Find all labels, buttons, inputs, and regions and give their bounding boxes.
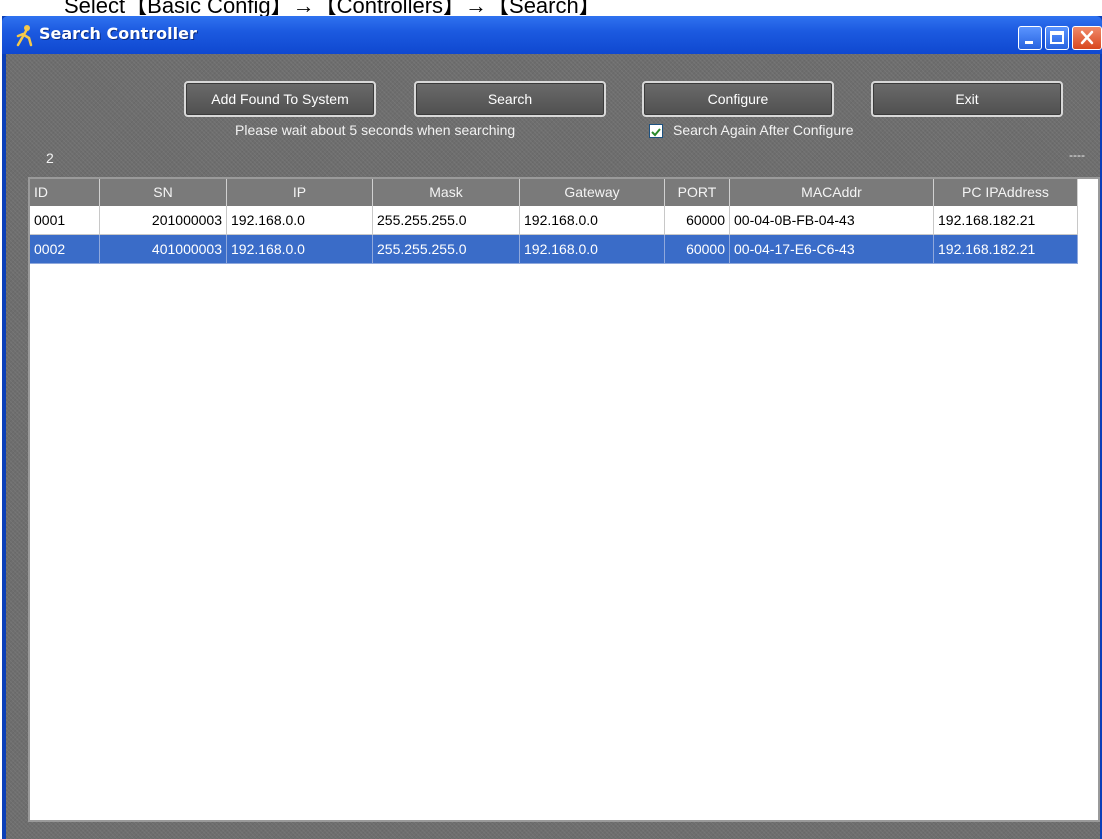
cell-port: 60000 (665, 206, 730, 235)
window-client-area: Add Found To System Search Configure Exi… (6, 54, 1100, 839)
minimize-button[interactable] (1018, 26, 1042, 50)
title-bar[interactable]: Search Controller (2, 16, 1102, 54)
search-again-label[interactable]: Search Again After Configure (673, 122, 854, 138)
maximize-button[interactable] (1045, 26, 1069, 50)
cell-pc-ipaddress: 192.168.182.21 (934, 206, 1078, 235)
cell-id: 0002 (30, 235, 100, 264)
close-button[interactable] (1072, 26, 1102, 50)
list-header: ID SN IP Mask Gateway PORT MACAddr PC IP… (30, 179, 1078, 206)
maximize-icon (1050, 31, 1064, 44)
cell-id: 0001 (30, 206, 100, 235)
search-hint-text: Please wait about 5 seconds when searchi… (235, 122, 516, 138)
column-header-mask[interactable]: Mask (373, 179, 520, 206)
cell-sn: 401000003 (100, 235, 227, 264)
minimize-icon (1025, 41, 1033, 44)
column-header-id[interactable]: ID (30, 179, 100, 206)
configure-button[interactable]: Configure (642, 81, 834, 117)
cell-macaddr: 00-04-0B-FB-04-43 (730, 206, 934, 235)
cell-pc-ipaddress: 192.168.182.21 (934, 235, 1078, 264)
cell-ip: 192.168.0.0 (227, 235, 373, 264)
column-header-pc-ipaddress[interactable]: PC IPAddress (934, 179, 1078, 206)
cell-gateway: 192.168.0.0 (520, 206, 665, 235)
search-again-checkbox[interactable] (649, 124, 663, 138)
exit-button[interactable]: Exit (871, 81, 1063, 117)
cell-gateway: 192.168.0.0 (520, 235, 665, 264)
search-button[interactable]: Search (414, 81, 606, 117)
close-icon (1080, 30, 1094, 45)
table-row[interactable]: 0001 201000003 192.168.0.0 255.255.255.0… (30, 206, 1078, 235)
document-caption: Select【Basic Config】→【Controllers】→【Sear… (64, 0, 601, 18)
checkmark-icon (651, 128, 661, 137)
found-count: 2 (46, 150, 54, 166)
cell-sn: 201000003 (100, 206, 227, 235)
controller-list[interactable]: ID SN IP Mask Gateway PORT MACAddr PC IP… (28, 177, 1100, 822)
cell-macaddr: 00-04-17-E6-C6-43 (730, 235, 934, 264)
table-row-selected[interactable]: 0002 401000003 192.168.0.0 255.255.255.0… (30, 235, 1078, 264)
column-header-ip[interactable]: IP (227, 179, 373, 206)
window-title: Search Controller (39, 24, 197, 43)
column-header-macaddr[interactable]: MACAddr (730, 179, 934, 206)
cell-port: 60000 (665, 235, 730, 264)
cell-ip: 192.168.0.0 (227, 206, 373, 235)
column-header-port[interactable]: PORT (665, 179, 730, 206)
column-header-gateway[interactable]: Gateway (520, 179, 665, 206)
cell-mask: 255.255.255.0 (373, 206, 520, 235)
cell-mask: 255.255.255.0 (373, 235, 520, 264)
column-header-sn[interactable]: SN (100, 179, 227, 206)
progress-dots: ---- (1069, 148, 1085, 162)
search-controller-window: Search Controller Add Found To System Se… (2, 16, 1102, 839)
app-icon (16, 25, 33, 47)
add-found-to-system-button[interactable]: Add Found To System (184, 81, 376, 117)
